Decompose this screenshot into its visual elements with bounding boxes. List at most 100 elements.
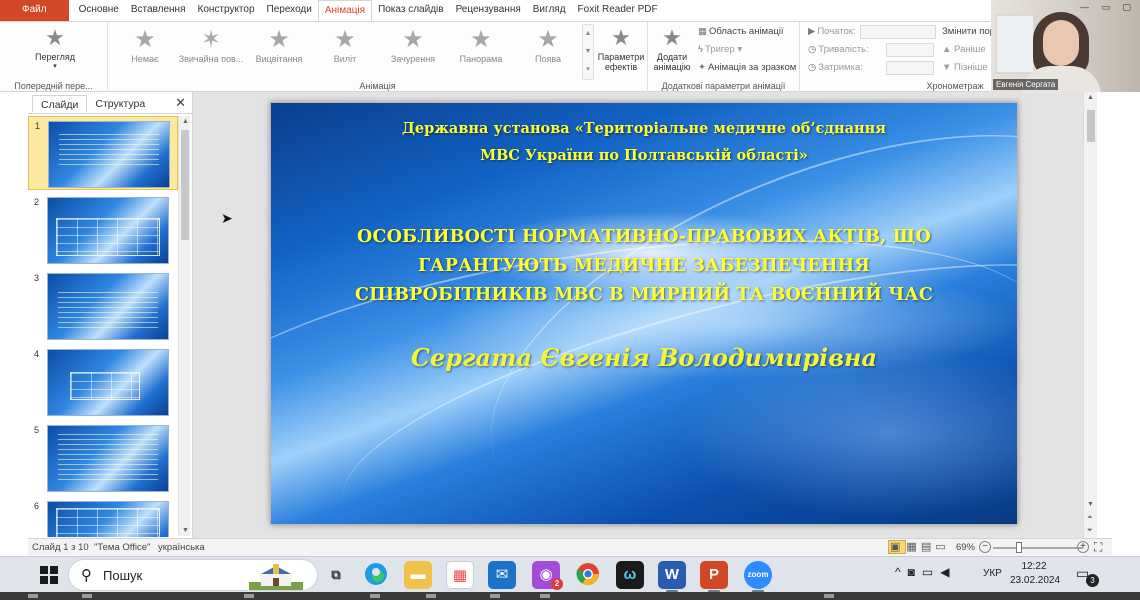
scrollbar-thumb[interactable]: [1087, 110, 1095, 142]
edge-app[interactable]: [362, 561, 390, 589]
word-icon[interactable]: W: [658, 561, 686, 593]
move-later-button[interactable]: ▼ Пізніше: [942, 62, 988, 73]
animation-float[interactable]: ★ Зачурення: [380, 26, 446, 64]
messenger-icon[interactable]: ◉ 2: [532, 561, 563, 590]
animation-fly-in[interactable]: ★ Виліт: [312, 26, 378, 64]
previous-slide-icon[interactable]: ⏶: [1087, 514, 1093, 522]
tab-insert[interactable]: Вставлення: [125, 0, 192, 21]
powerpoint-icon[interactable]: P: [700, 561, 728, 593]
scroll-up-icon[interactable]: ▲: [182, 118, 189, 125]
animation-pan[interactable]: ★ Панорама: [448, 26, 514, 64]
animation-painter-button[interactable]: ✦ Анімація за зразком: [698, 62, 796, 73]
slide-thumbnail-1[interactable]: 1: [28, 116, 178, 190]
animation-pane-icon: ▦: [698, 26, 707, 37]
tab-slides[interactable]: Слайди: [32, 95, 88, 113]
slide-scrollbar[interactable]: ▲ ▼ ⏶ ⏷: [1083, 92, 1097, 538]
scrollbar-thumb[interactable]: [181, 130, 189, 240]
next-slide-icon[interactable]: ⏷: [1087, 527, 1093, 535]
animation-fade-label: Вицвітання: [255, 54, 303, 64]
zoom-in-button[interactable]: +: [1077, 541, 1089, 553]
slide-thumbnail-image: [47, 349, 169, 416]
ribbon-tab-bar: Файл Основне Вставлення Конструктор Пере…: [0, 0, 990, 22]
tab-animations[interactable]: Анімація: [317, 0, 373, 21]
slide-thumbnail-5[interactable]: 5: [28, 421, 178, 495]
normal-view-icon[interactable]: ▣: [888, 540, 907, 554]
scroll-down-icon[interactable]: ▼: [182, 527, 189, 534]
chrome-app[interactable]: [574, 561, 602, 589]
zoom-level[interactable]: 69%: [956, 542, 975, 553]
animation-appear[interactable]: ★ Поява: [515, 26, 581, 64]
animation-appear-plain[interactable]: ✶ Звичайна пов...: [178, 26, 244, 64]
tab-foxit-pdf[interactable]: Foxit Reader PDF: [572, 0, 664, 21]
display-icon[interactable]: ▭: [922, 565, 940, 579]
camera-icon[interactable]: ◙: [908, 565, 922, 579]
star-icon: ★: [402, 26, 424, 53]
add-animation-button[interactable]: ★ Додати анімацію: [650, 24, 694, 72]
language-indicator[interactable]: українська: [158, 542, 205, 553]
tab-transitions[interactable]: Переходи: [261, 0, 318, 21]
microsoft-store-icon[interactable]: ▦: [446, 561, 474, 589]
fit-to-window-icon[interactable]: ⛶: [1094, 540, 1102, 555]
webcam-overlay[interactable]: — ▭ ▢ Евгенія Сергата: [991, 0, 1140, 92]
slide-thumbnail-3[interactable]: 3: [28, 269, 178, 343]
slideshow-icon[interactable]: ▭: [935, 541, 949, 553]
notification-center[interactable]: ▭ 3: [1076, 565, 1099, 587]
scroll-up-icon[interactable]: ▲: [1087, 94, 1094, 101]
slide-counter: Слайд 1 з 10: [32, 542, 89, 553]
slide-thumbnail-6[interactable]: 6: [28, 497, 178, 537]
windows-start-button[interactable]: [40, 566, 58, 584]
tab-view[interactable]: Вигляд: [527, 0, 572, 21]
tab-design[interactable]: Конструктор: [192, 0, 261, 21]
system-clock[interactable]: 12:22 23.02.2024: [1010, 560, 1060, 588]
tab-slide-show[interactable]: Показ слайдів: [372, 0, 450, 21]
task-view-icon[interactable]: ⧉: [322, 561, 350, 589]
zoom-slider-knob[interactable]: [1016, 542, 1022, 553]
slide-thumbnail-2[interactable]: 2: [28, 193, 178, 267]
scroll-down-icon[interactable]: ▼: [1087, 501, 1094, 508]
zoom-app-icon[interactable]: zoom: [744, 561, 772, 593]
animation-pane-button[interactable]: ▦ Область анімації: [698, 26, 784, 37]
current-slide[interactable]: Державна установа «Територіальне медичне…: [270, 102, 1018, 525]
search-icon: ⚲: [81, 567, 92, 584]
edge-icon: [365, 563, 387, 585]
effect-options-button[interactable]: ★ Параметри ефектів: [596, 24, 646, 72]
input-language[interactable]: УКР: [983, 568, 1002, 579]
taskbar-search[interactable]: ⚲ Пошук: [68, 559, 318, 591]
triangle-up-icon: ▲: [942, 44, 952, 55]
tab-file[interactable]: Файл: [0, 0, 69, 21]
zoom-out-button[interactable]: −: [979, 541, 991, 553]
trigger-button[interactable]: ϟ Тригер ▾: [698, 44, 742, 55]
tab-home[interactable]: Основне: [73, 0, 125, 21]
duration-spinner[interactable]: [886, 43, 934, 57]
chevron-up-icon[interactable]: ^: [895, 565, 908, 579]
start-select[interactable]: [860, 25, 936, 39]
title-line-3: СПІВРОБІТНИКІВ МВС В МИРНИЙ ТА ВОЄННИЙ Ч…: [355, 285, 933, 305]
volume-icon[interactable]: ◀: [940, 565, 956, 579]
webex-icon[interactable]: ω: [616, 561, 644, 589]
tab-review[interactable]: Рецензування: [450, 0, 527, 21]
slide-thumbnail-4[interactable]: 4: [28, 345, 178, 419]
gallery-scrollbar[interactable]: ▲ ▼ ▾: [582, 24, 594, 80]
tab-outline[interactable]: Структура: [87, 95, 153, 113]
slides-pane-scrollbar[interactable]: ▲ ▼: [178, 116, 190, 536]
mail-icon[interactable]: ✉: [488, 561, 516, 589]
windows-taskbar: ⚲ Пошук ⧉ ▬ ▦ ✉ ◉2 ω W P zoom ^◙▭◀ УКР: [0, 556, 1140, 593]
zoom-slider[interactable]: [993, 547, 1083, 549]
animation-fade[interactable]: ★ Вицвітання: [246, 26, 312, 64]
slide-sorter-icon[interactable]: ▦: [906, 541, 920, 553]
slide-number: 1: [35, 121, 41, 131]
preview-button[interactable]: ★ Перегляд ▾: [30, 24, 80, 70]
delay-spinner[interactable]: [886, 61, 934, 75]
animation-none[interactable]: ★ Немає: [112, 26, 178, 64]
close-icon[interactable]: ✕: [175, 95, 186, 111]
webcam-controls[interactable]: — ▭ ▢: [1080, 2, 1136, 13]
file-explorer-icon[interactable]: ▬: [404, 561, 432, 589]
lightning-icon: ϟ: [698, 44, 704, 55]
slide-number: 6: [34, 501, 40, 511]
messenger-badge: 2: [551, 578, 563, 590]
move-earlier-button[interactable]: ▲ Раніше: [942, 44, 986, 55]
reading-view-icon[interactable]: ▤: [921, 541, 935, 553]
animation-group-label: Анімація: [359, 81, 396, 91]
delay-label: ◷ Затримка:: [808, 62, 863, 73]
theme-name[interactable]: "Тема Office": [94, 542, 150, 553]
